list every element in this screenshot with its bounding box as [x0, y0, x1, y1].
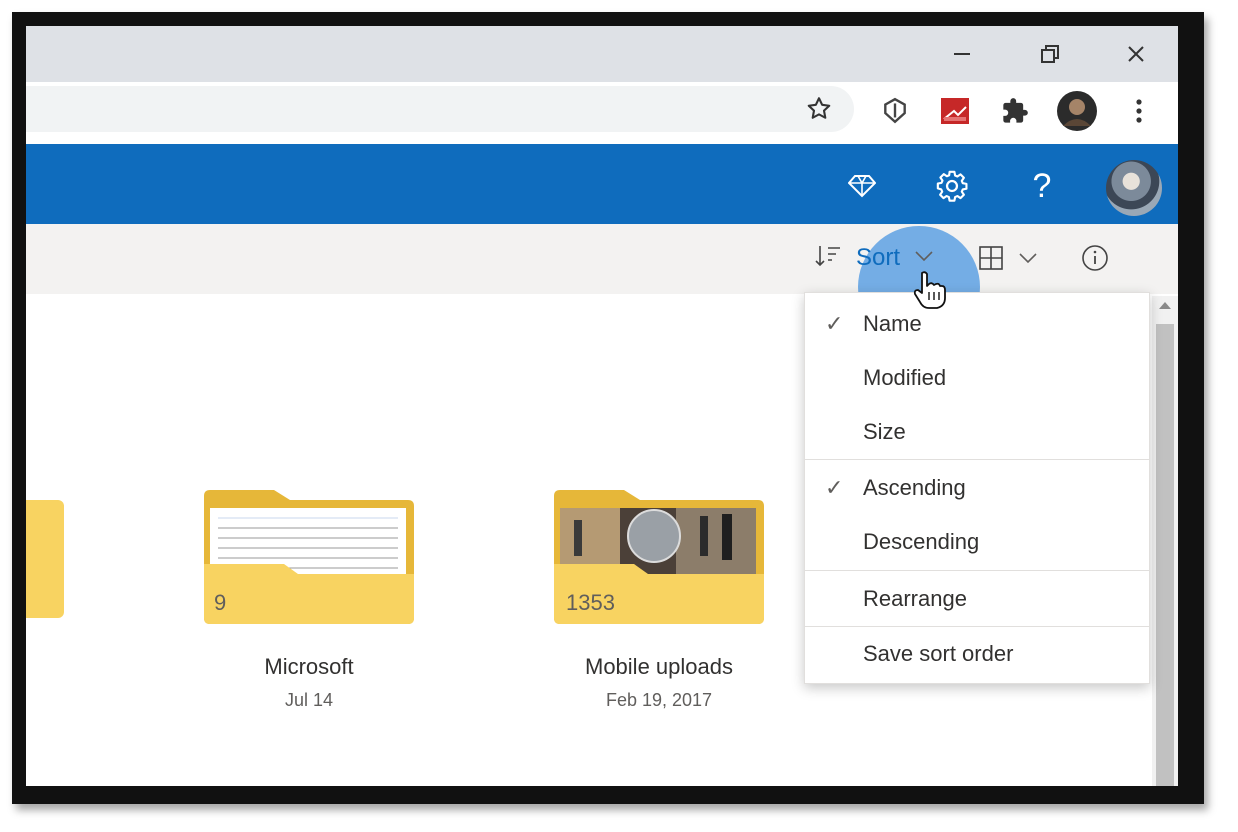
menu-item-label: Rearrange	[863, 586, 967, 611]
checkmark-icon: ✓	[825, 475, 844, 500]
folder-date: Jul 14	[284, 690, 334, 710]
help-icon[interactable]: ?	[1022, 166, 1062, 206]
title-bar	[26, 26, 1178, 82]
info-button[interactable]	[1080, 240, 1110, 280]
red-extension-icon[interactable]	[938, 94, 972, 128]
checkmark-icon: ✓	[825, 311, 844, 336]
menu-divider	[805, 626, 1149, 627]
item-count: 9	[214, 590, 227, 615]
menu-divider	[805, 459, 1149, 460]
menu-item-name[interactable]: ✓ Name	[805, 299, 1149, 353]
scroll-thumb[interactable]	[1156, 324, 1174, 786]
menu-item-modified[interactable]: Modified	[805, 353, 1149, 407]
grid-view-icon	[978, 245, 1004, 276]
address-bar[interactable]	[26, 86, 854, 132]
browser-window: ? Sort 9 Microsoft Jul 14 1353 Mobile up…	[26, 26, 1178, 786]
close-icon[interactable]	[1116, 36, 1156, 72]
hand-cursor-icon	[911, 270, 947, 310]
menu-item-descending[interactable]: Descending	[805, 517, 1149, 571]
folder-date: Feb 19, 2017	[605, 690, 713, 710]
menu-item-rearrange[interactable]: Rearrange	[805, 574, 1149, 628]
view-options-button[interactable]	[978, 240, 1038, 280]
menu-item-size[interactable]: Size	[805, 407, 1149, 461]
shield-extension-icon[interactable]	[878, 94, 912, 128]
menu-item-label: Modified	[863, 365, 947, 390]
app-header: ?	[26, 144, 1178, 224]
menu-item-ascending[interactable]: ✓ Ascending	[805, 463, 1149, 517]
diamond-icon[interactable]	[842, 166, 882, 206]
help-glyph: ?	[1032, 166, 1052, 205]
item-count: 1353	[566, 590, 615, 615]
user-avatar[interactable]	[1106, 160, 1162, 216]
chevron-down-icon	[914, 249, 934, 268]
minimize-icon[interactable]	[942, 36, 982, 72]
kebab-menu-icon[interactable]	[1122, 94, 1156, 128]
scroll-up-arrow-icon[interactable]	[1159, 302, 1171, 309]
star-icon[interactable]	[802, 92, 836, 126]
sort-label: Sort	[856, 244, 901, 271]
folder-tile-microsoft[interactable]	[200, 490, 418, 626]
menu-divider	[805, 570, 1149, 571]
sort-menu: ✓ Name Modified Size ✓ Ascending Descend…	[804, 292, 1150, 684]
menu-item-label: Save sort order	[863, 641, 1014, 666]
chevron-down-icon	[1018, 251, 1038, 270]
menu-item-label: Ascending	[863, 475, 966, 500]
sort-icon	[814, 243, 846, 274]
restore-icon[interactable]	[1030, 36, 1070, 72]
browser-toolbar	[26, 82, 1178, 144]
menu-item-label: Size	[863, 419, 906, 444]
folder-name[interactable]: Mobile uploads	[540, 654, 778, 680]
scrollbar[interactable]	[1152, 296, 1178, 786]
profile-avatar[interactable]	[1056, 90, 1098, 132]
partial-folder-tile[interactable]	[26, 500, 66, 618]
menu-item-label: Descending	[863, 529, 980, 554]
info-icon	[1080, 243, 1110, 278]
menu-item-label: Name	[863, 311, 922, 336]
gear-icon[interactable]	[932, 166, 972, 206]
menu-item-save-sort-order[interactable]: Save sort order	[805, 629, 1149, 683]
folder-name[interactable]: Microsoft	[200, 654, 418, 680]
puzzle-icon[interactable]	[998, 94, 1032, 128]
